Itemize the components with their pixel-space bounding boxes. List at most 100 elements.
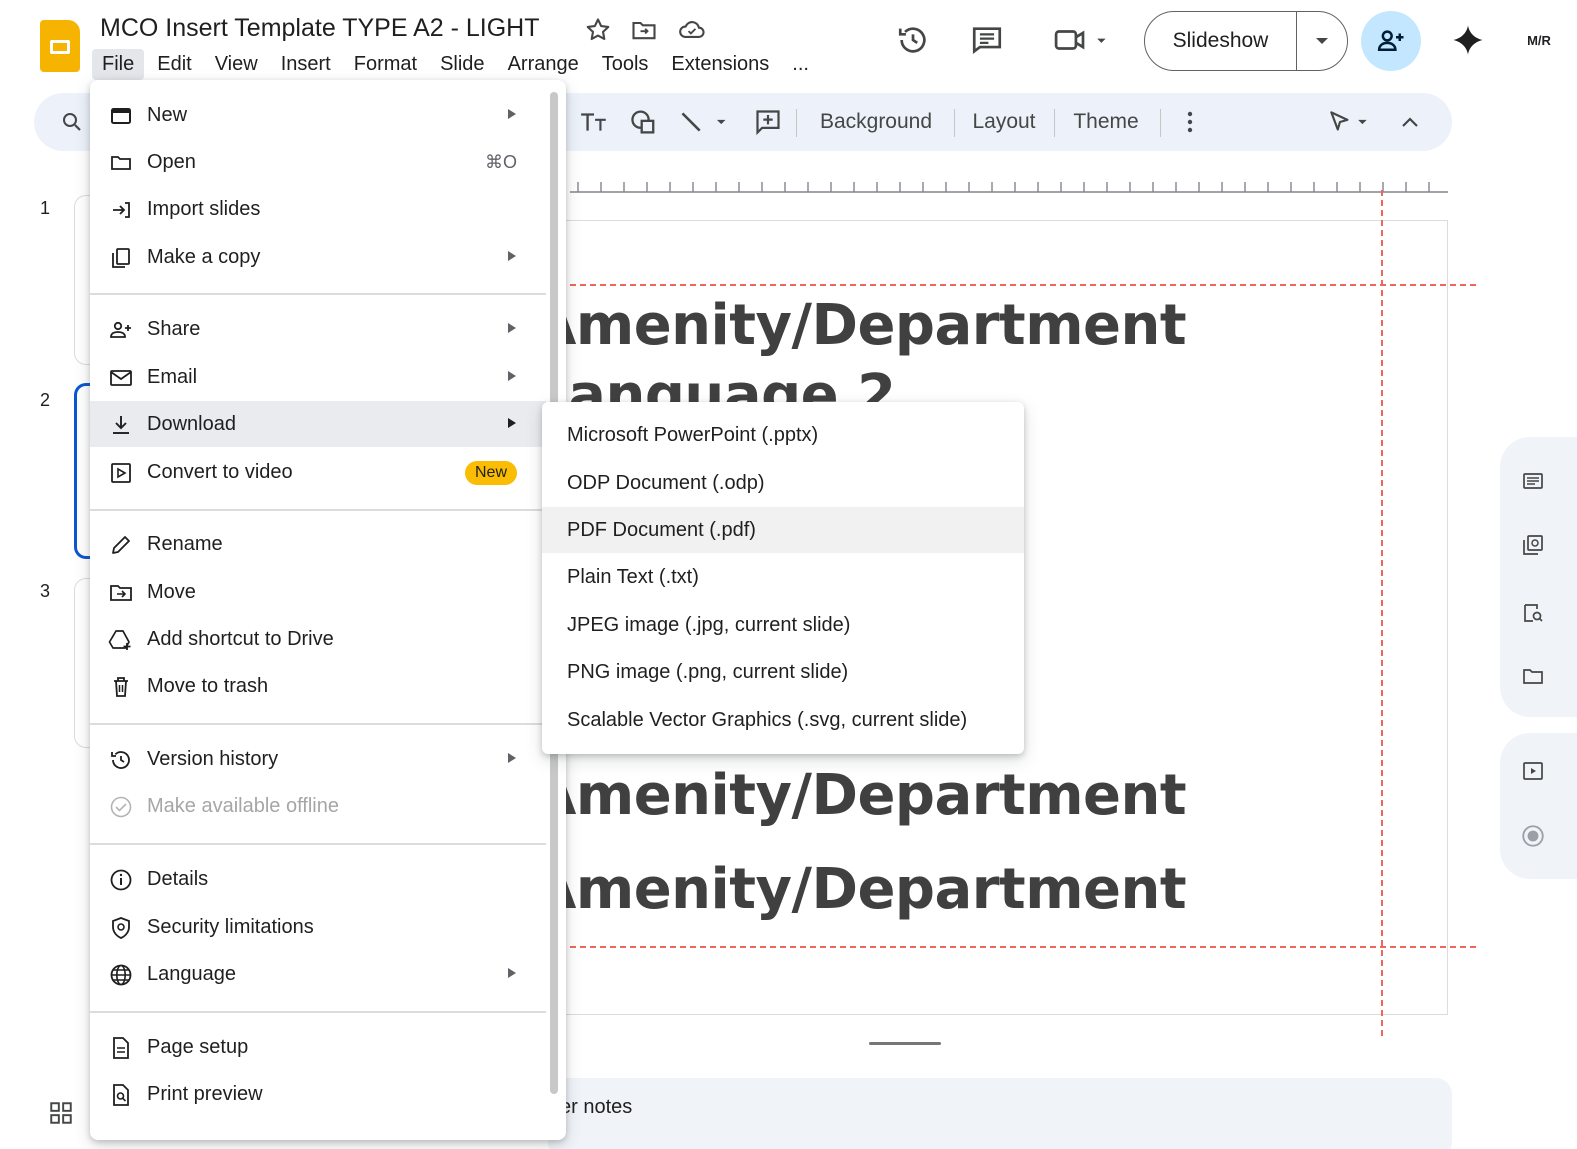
document-title[interactable]: MCO Insert Template TYPE A2 - LIGHT — [100, 14, 540, 43]
folder-icon[interactable] — [1519, 662, 1547, 690]
menu-format[interactable]: Format — [344, 49, 427, 80]
menu-tools[interactable]: Tools — [592, 49, 659, 80]
account-avatar[interactable]: M/R — [1515, 20, 1563, 60]
record-icon[interactable] — [1519, 822, 1547, 850]
add-comment-icon[interactable] — [750, 93, 786, 151]
slide-text-line-1[interactable]: Amenity/Department — [561, 293, 1187, 358]
print-preview-icon — [108, 1082, 134, 1108]
toolbar-divider — [796, 109, 797, 137]
submenu-arrow-icon — [508, 418, 516, 428]
menu-item-label: Security limitations — [147, 915, 314, 938]
menu-item-shortcut: ⌘O — [485, 151, 518, 172]
search-menus-icon[interactable] — [56, 93, 88, 151]
menu-item-add-shortcut-to-drive[interactable]: Add shortcut to Drive — [90, 616, 546, 662]
slide-text-line-5[interactable]: Amenity/Department — [561, 857, 1187, 922]
speaker-notes-placeholder[interactable]: er notes — [560, 1096, 632, 1119]
line-tool-icon[interactable] — [674, 93, 734, 151]
menu-item-label: Download — [147, 412, 236, 435]
shape-icon[interactable] — [626, 93, 662, 151]
menu-item-label: Move to trash — [147, 674, 269, 697]
submenu-item-label: JPEG image (.jpg, current slide) — [567, 613, 851, 636]
menu-file[interactable]: File — [92, 48, 145, 80]
menu-divider — [90, 843, 546, 845]
background-button[interactable]: Background — [810, 93, 942, 151]
speaker-notes-panel[interactable] — [548, 1078, 1452, 1149]
gemini-icon[interactable] — [1448, 20, 1488, 60]
menu-item-convert-to-video[interactable]: Convert to video New — [90, 449, 546, 495]
menu-insert[interactable]: Insert — [271, 49, 341, 80]
media-library-icon[interactable] — [1519, 531, 1547, 559]
move-folder-icon[interactable] — [630, 16, 658, 44]
menu-item-label: Make a copy — [147, 245, 261, 268]
star-icon[interactable] — [584, 16, 612, 44]
info-icon — [108, 867, 134, 893]
share-button[interactable] — [1361, 11, 1421, 71]
side-panel-bottom — [1500, 733, 1577, 879]
history-icon[interactable] — [893, 20, 933, 60]
menu-item-move[interactable]: Move — [90, 569, 546, 615]
menu-slide[interactable]: Slide — [430, 49, 494, 80]
menu-divider — [90, 509, 546, 511]
slides-logo-icon[interactable] — [40, 20, 80, 72]
slideshow-button[interactable]: Slideshow — [1145, 12, 1297, 70]
menu-item-email[interactable]: Email — [90, 354, 546, 400]
submenu-arrow-icon — [508, 753, 516, 763]
meet-icon[interactable] — [1048, 20, 1118, 60]
menu-item-language[interactable]: Language — [90, 951, 546, 997]
slideshow-group: Slideshow — [1144, 11, 1348, 71]
menu-more[interactable]: ... — [782, 49, 819, 80]
menu-item-label: Email — [147, 365, 198, 388]
menu-item-security-limitations[interactable]: Security limitations — [90, 904, 546, 950]
theme-button[interactable]: Theme — [1066, 93, 1146, 151]
menu-item-new[interactable]: New — [90, 92, 546, 138]
menu-item-label: Open — [147, 150, 196, 173]
submenu-item-label: Plain Text (.txt) — [567, 565, 699, 588]
more-options-icon[interactable] — [1176, 93, 1204, 151]
submenu-arrow-icon — [508, 968, 516, 978]
menu-item-print-preview[interactable]: Print preview — [90, 1071, 546, 1117]
menu-extensions[interactable]: Extensions — [661, 49, 779, 80]
grid-view-icon[interactable] — [48, 1100, 78, 1130]
pencil-icon — [108, 532, 134, 558]
cloud-status-icon[interactable] — [677, 16, 705, 44]
text-box-icon[interactable] — [576, 93, 612, 151]
menu-arrange[interactable]: Arrange — [498, 49, 589, 80]
menu-item-label: Page setup — [147, 1035, 249, 1058]
select-tool-icon[interactable] — [1324, 93, 1388, 151]
download-odp[interactable]: ODP Document (.odp) — [542, 460, 1024, 506]
menu-item-open[interactable]: Open ⌘O — [90, 139, 546, 185]
layout-button[interactable]: Layout — [964, 93, 1044, 151]
slideshow-dropdown-button[interactable] — [1297, 12, 1347, 70]
toolbar-divider — [1160, 109, 1161, 137]
menu-item-rename[interactable]: Rename — [90, 521, 546, 567]
menu-view[interactable]: View — [205, 49, 268, 80]
slide-text-line-4[interactable]: Amenity/Department — [561, 763, 1187, 828]
menu-item-label: Rename — [147, 532, 223, 555]
slide-number-1: 1 — [40, 198, 51, 218]
menu-item-details[interactable]: Details — [90, 856, 546, 902]
submenu-item-label: ODP Document (.odp) — [567, 471, 765, 494]
download-svg[interactable]: Scalable Vector Graphics (.svg, current … — [542, 697, 1024, 743]
horizontal-ruler[interactable] — [570, 176, 1448, 194]
download-pdf[interactable]: PDF Document (.pdf) — [542, 507, 1024, 553]
caption-panel-icon[interactable] — [1519, 467, 1547, 495]
find-content-icon[interactable] — [1519, 599, 1547, 627]
menu-item-import-slides[interactable]: Import slides — [90, 186, 546, 232]
menu-item-page-setup[interactable]: Page setup — [90, 1024, 546, 1070]
menu-edit[interactable]: Edit — [147, 49, 201, 80]
submenu-arrow-icon — [508, 109, 516, 119]
comments-icon[interactable] — [967, 20, 1007, 60]
menu-item-move-to-trash[interactable]: Move to trash — [90, 663, 546, 709]
menu-item-share[interactable]: Share — [90, 306, 546, 352]
download-png[interactable]: PNG image (.png, current slide) — [542, 649, 1024, 695]
menu-item-version-history[interactable]: Version history — [90, 736, 546, 782]
notes-resize-handle[interactable] — [869, 1042, 941, 1045]
menu-divider — [90, 1011, 546, 1013]
menu-item-make-a-copy[interactable]: Make a copy — [90, 234, 546, 280]
menu-item-download[interactable]: Download — [90, 401, 546, 447]
present-icon[interactable] — [1519, 757, 1547, 785]
download-pptx[interactable]: Microsoft PowerPoint (.pptx) — [542, 412, 1024, 458]
collapse-toolbar-icon[interactable] — [1396, 93, 1424, 151]
download-txt[interactable]: Plain Text (.txt) — [542, 554, 1024, 600]
download-jpg[interactable]: JPEG image (.jpg, current slide) — [542, 602, 1024, 648]
